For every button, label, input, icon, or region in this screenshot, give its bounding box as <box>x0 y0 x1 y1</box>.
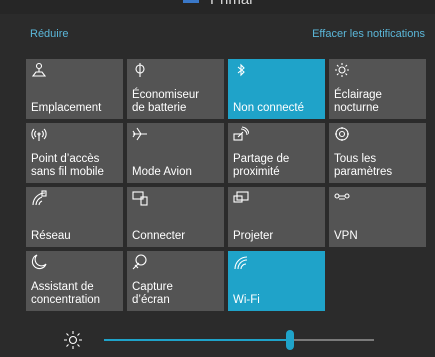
tile-label: Wi-Fi <box>233 294 260 306</box>
tile-focus-assist[interactable]: Assistant de concentration <box>26 251 123 311</box>
wifi-icon <box>233 254 249 270</box>
location-icon <box>31 62 47 78</box>
tile-label: Point d’accès sans fil mobile <box>31 153 104 178</box>
clear-notifications-link[interactable]: Effacer les notifications <box>312 28 425 40</box>
screen-snip-icon <box>132 254 148 270</box>
tile-vpn[interactable]: VPN <box>329 187 426 247</box>
notification-title: Primar <box>210 0 254 8</box>
tile-airplane-mode[interactable]: Mode Avion <box>127 123 224 183</box>
brightness-slider-thumb[interactable] <box>286 330 295 350</box>
tile-label: Assistant de concentration <box>31 281 101 306</box>
tile-location[interactable]: Emplacement <box>26 59 123 119</box>
tile-label: Non connecté <box>233 102 304 114</box>
tile-wifi[interactable]: Wi-Fi <box>228 251 325 311</box>
action-center-header: Réduire Effacer les notifications <box>0 28 435 46</box>
tile-label: Économiseur de batterie <box>132 89 200 114</box>
airplane-icon <box>132 126 148 142</box>
project-icon <box>233 190 249 206</box>
tile-project[interactable]: Projeter <box>228 187 325 247</box>
tile-night-light[interactable]: Éclairage nocturne <box>329 59 426 119</box>
tile-nearby-sharing[interactable]: Partage de proximité <box>228 123 325 183</box>
brightness-row <box>0 328 435 352</box>
mail-icon <box>183 0 199 3</box>
tile-all-settings[interactable]: Tous les paramètres <box>329 123 426 183</box>
battery-saver-icon <box>132 62 148 78</box>
tile-label: Réseau <box>31 230 71 242</box>
brightness-slider-fill <box>104 339 291 341</box>
empty-slot <box>329 251 426 311</box>
tile-label: Partage de proximité <box>233 153 290 178</box>
connect-icon <box>132 190 148 206</box>
focus-assist-icon <box>31 254 47 270</box>
brightness-icon <box>63 330 83 350</box>
nearby-sharing-icon <box>233 126 249 142</box>
vpn-icon <box>334 190 350 206</box>
tile-label: Éclairage nocturne <box>334 89 382 114</box>
tile-label: Mode Avion <box>132 166 192 178</box>
tile-label: VPN <box>334 230 358 242</box>
tile-label: Projeter <box>233 230 274 242</box>
brightness-slider[interactable] <box>104 330 374 350</box>
network-icon <box>31 190 47 206</box>
tile-bluetooth[interactable]: Non connecté <box>228 59 325 119</box>
tile-battery-saver[interactable]: Économiseur de batterie <box>127 59 224 119</box>
bluetooth-icon <box>233 62 249 78</box>
tile-label: Tous les paramètres <box>334 153 393 178</box>
tile-label: Connecter <box>132 230 186 242</box>
quick-actions-grid: Emplacement Économiseur de batterie Non … <box>26 59 426 311</box>
tile-mobile-hotspot[interactable]: Point d’accès sans fil mobile <box>26 123 123 183</box>
settings-gear-icon <box>334 126 350 142</box>
tile-screen-snip[interactable]: Capture d’écran <box>127 251 224 311</box>
night-light-icon <box>334 62 350 78</box>
tile-label: Emplacement <box>31 102 102 114</box>
collapse-link[interactable]: Réduire <box>30 28 69 40</box>
tile-connect[interactable]: Connecter <box>127 187 224 247</box>
mobile-hotspot-icon <box>31 126 47 142</box>
top-notification-strip: Primar <box>0 0 435 14</box>
tile-label: Capture d’écran <box>132 281 173 306</box>
tile-network[interactable]: Réseau <box>26 187 123 247</box>
